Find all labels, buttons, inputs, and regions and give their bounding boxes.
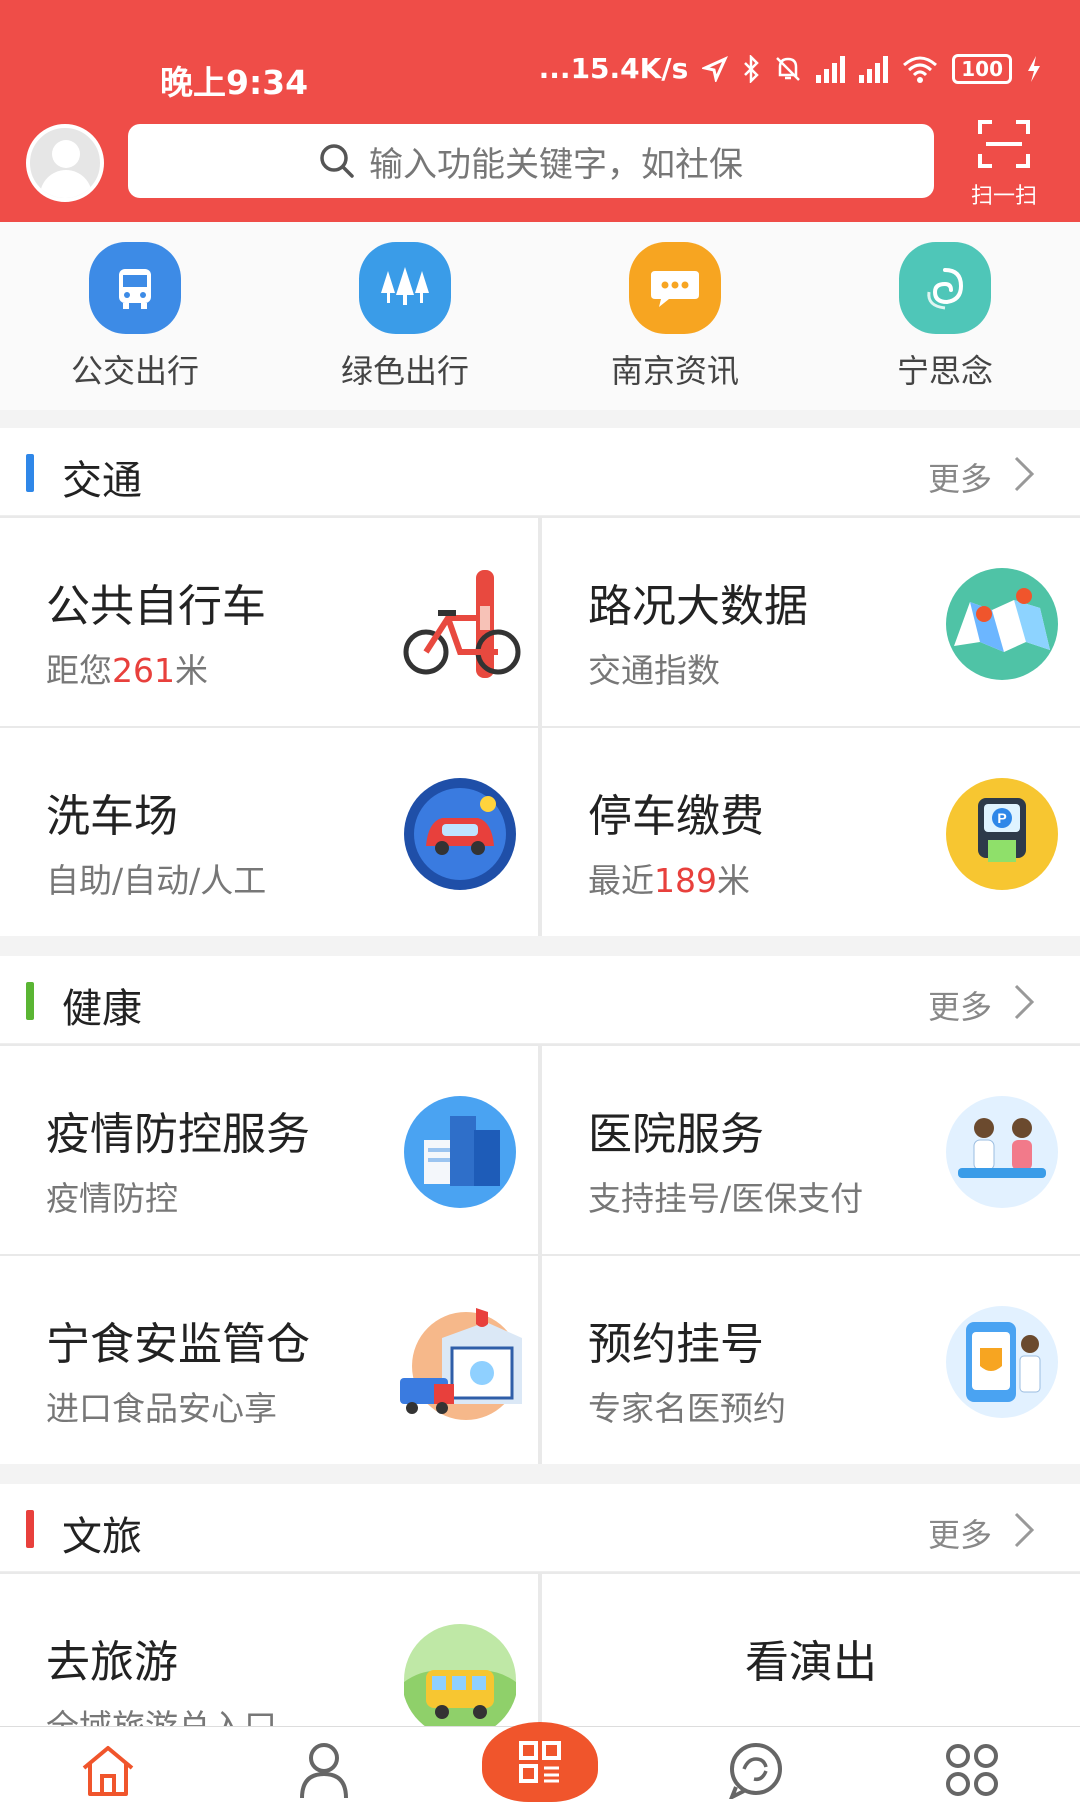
card-subtitle: 进口食品安心享 — [46, 1389, 277, 1428]
card-title: 看演出 — [745, 1637, 877, 1688]
card-parking[interactable]: 停车缴费 最近189米 P — [542, 728, 1080, 936]
search-bar[interactable]: 输入功能关键字，如社保 — [128, 124, 934, 198]
card-car-wash[interactable]: 洗车场 自助/自动/人工 — [0, 728, 538, 936]
status-time: 晚上9:34 — [160, 63, 309, 102]
section-title: 文旅 — [62, 1514, 142, 1560]
card-title: 公共自行车 — [46, 581, 266, 632]
search-placeholder: 输入功能关键字，如社保 — [369, 144, 743, 185]
chevron-right-icon[interactable] — [1012, 454, 1036, 494]
person-icon — [300, 1742, 348, 1798]
map-icon — [946, 568, 1058, 680]
chat-icon — [729, 1742, 782, 1799]
scan-icon — [978, 120, 1030, 168]
signal-icon-2 — [859, 55, 889, 83]
quick-link-green[interactable]: 绿色出行 — [270, 222, 540, 410]
signal-icon — [816, 55, 846, 83]
card-subtitle: 交通指数 — [588, 651, 720, 690]
bus-icon — [89, 242, 181, 334]
section-header-culture-travel: 文旅 更多 — [0, 1484, 1080, 1572]
scan-label: 扫一扫 — [970, 184, 1037, 209]
chevron-right-icon[interactable] — [1012, 1510, 1036, 1550]
svg-text:P: P — [997, 810, 1006, 826]
card-food-safety[interactable]: 宁食安监管仓 进口食品安心享 — [0, 1256, 538, 1464]
section-header-health: 健康 更多 — [0, 956, 1080, 1044]
city-icon — [404, 1096, 516, 1208]
card-subtitle: 专家名医预约 — [588, 1389, 786, 1428]
net-speed: ...15.4K/s — [538, 52, 689, 85]
card-appointment[interactable]: 预约挂号 专家名医预约 — [542, 1256, 1080, 1464]
quick-link-bus[interactable]: 公交出行 — [0, 222, 270, 410]
quick-link-label: 绿色出行 — [340, 352, 469, 390]
card-title: 洗车场 — [46, 791, 178, 842]
travel-bus-icon — [404, 1624, 516, 1738]
card-public-bike[interactable]: 公共自行车 距您261米 — [0, 518, 538, 726]
card-subtitle: 距您261米 — [46, 651, 208, 690]
mute-bell-icon — [776, 56, 801, 81]
card-title: 医院服务 — [588, 1109, 764, 1160]
section-accent-bar — [26, 454, 34, 492]
tab-home[interactable] — [0, 1727, 216, 1812]
avatar[interactable] — [26, 124, 104, 202]
quick-link-memorial[interactable]: 宁思念 — [810, 222, 1080, 410]
tab-messages[interactable] — [648, 1727, 864, 1812]
card-title: 疫情防控服务 — [46, 1109, 310, 1160]
header: 晚上9:34 ...15.4K/s 100 输入功能关键字，如社保 扫一扫 — [0, 0, 1080, 222]
card-hospital[interactable]: 医院服务 支持挂号/医保支付 — [542, 1046, 1080, 1254]
search-icon — [320, 144, 354, 178]
apps-grid-icon — [946, 1743, 998, 1796]
section-header-traffic: 交通 更多 — [0, 428, 1080, 516]
chevron-right-icon[interactable] — [1012, 982, 1036, 1022]
card-subtitle: 最近189米 — [588, 861, 750, 900]
section-title: 交通 — [62, 458, 142, 504]
warehouse-icon — [400, 1308, 522, 1420]
bottom-tab-bar — [0, 1721, 1080, 1812]
section-accent-bar — [26, 1510, 34, 1548]
appointment-icon — [946, 1306, 1058, 1418]
swirl-icon — [899, 242, 991, 334]
tab-apps[interactable] — [864, 1727, 1080, 1812]
quick-link-label: 宁思念 — [896, 352, 993, 390]
section-title: 健康 — [62, 986, 142, 1032]
wifi-icon — [903, 56, 938, 83]
card-subtitle: 疫情防控 — [46, 1179, 178, 1218]
quick-links: 公交出行 绿色出行 南京资讯 宁思念 — [0, 222, 1080, 410]
card-title: 去旅游 — [46, 1637, 178, 1688]
card-subtitle: 支持挂号/医保支付 — [588, 1179, 864, 1218]
quick-link-news[interactable]: 南京资讯 — [540, 222, 810, 410]
car-wash-icon — [404, 778, 516, 890]
location-icon — [702, 55, 729, 82]
status-icons: ...15.4K/s 100 — [539, 52, 1042, 85]
section-accent-bar — [26, 982, 34, 1020]
tab-profile[interactable] — [216, 1727, 432, 1812]
battery-indicator: 100 — [952, 53, 1012, 84]
card-traffic-data[interactable]: 路况大数据 交通指数 — [542, 518, 1080, 726]
traffic-grid: 公共自行车 距您261米 路况大数据 交通指数 洗车场 自助/自动/人工 停车缴… — [0, 516, 1080, 936]
more-link[interactable]: 更多 — [928, 454, 992, 500]
card-subtitle: 自助/自动/人工 — [46, 861, 267, 900]
chat-bubble-icon — [629, 242, 721, 334]
card-title: 宁食安监管仓 — [46, 1319, 310, 1370]
charging-icon — [1028, 55, 1040, 82]
card-title: 路况大数据 — [588, 581, 808, 632]
qrcode-icon — [519, 1740, 561, 1783]
home-icon — [82, 1745, 134, 1796]
card-title: 预约挂号 — [588, 1319, 764, 1370]
scan-button[interactable]: 扫一扫 — [964, 118, 1044, 210]
qrcode-button[interactable] — [482, 1721, 598, 1802]
bluetooth-icon — [744, 54, 760, 83]
more-link[interactable]: 更多 — [928, 982, 992, 1028]
quick-link-label: 公交出行 — [70, 352, 199, 390]
card-title: 停车缴费 — [588, 791, 764, 842]
tree-icon — [359, 242, 451, 334]
parking-icon: P — [946, 778, 1058, 890]
health-grid: 疫情防控服务 疫情防控 医院服务 支持挂号/医保支付 宁食安监管仓 进口食品安心… — [0, 1044, 1080, 1464]
bicycle-icon — [403, 570, 521, 678]
tab-qrcode[interactable] — [432, 1721, 648, 1812]
card-epidemic[interactable]: 疫情防控服务 疫情防控 — [0, 1046, 538, 1254]
more-link[interactable]: 更多 — [928, 1510, 992, 1556]
doctor-icon — [946, 1096, 1058, 1208]
quick-link-label: 南京资讯 — [610, 352, 739, 390]
